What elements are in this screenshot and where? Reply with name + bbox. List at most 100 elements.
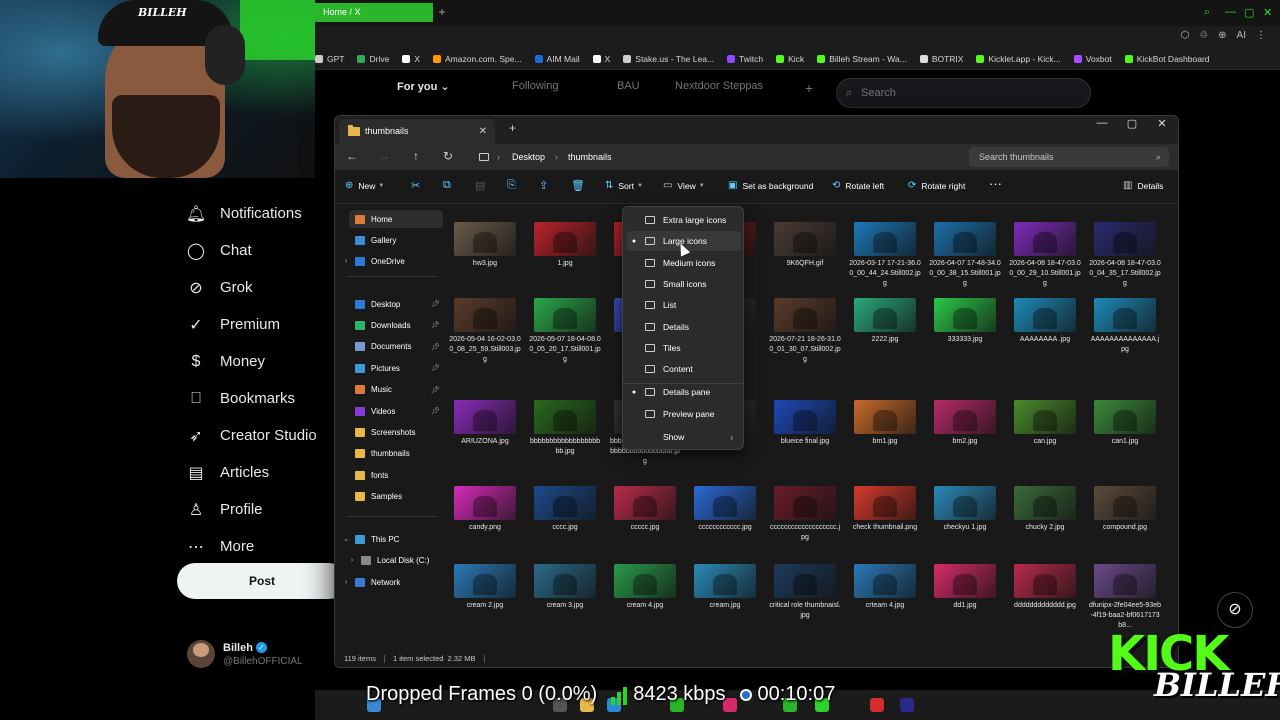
file-item[interactable]: bbbbbbbbbbbbbbbbbbbb.jpg — [529, 400, 601, 457]
file-item[interactable]: AAAAAAAA .jpg — [1009, 298, 1081, 345]
close-icon[interactable]: ✕ — [1147, 117, 1177, 131]
file-item[interactable]: can1.jpg — [1089, 400, 1161, 447]
file-item[interactable]: 9K6QFH.gif — [769, 222, 841, 269]
sidebar-item-music[interactable]: Music — [355, 381, 392, 399]
browser-tab-active[interactable]: Home / X — [315, 3, 433, 22]
file-item[interactable]: ARIUZONA.jpg — [449, 400, 521, 447]
file-item[interactable]: ccccccccccccccccccc.jpg — [769, 486, 841, 543]
file-item[interactable]: cream 3.jpg — [529, 564, 601, 611]
file-item[interactable]: check thumbnail.png — [849, 486, 921, 533]
breadcrumb[interactable]: › Desktop › thumbnails — [473, 147, 961, 167]
bookmark-item[interactable]: Drive — [357, 54, 389, 64]
bookmark-item[interactable]: AIM Mail — [534, 54, 580, 64]
view-option-tiles[interactable]: Tiles — [627, 338, 741, 358]
premiere-icon[interactable] — [900, 698, 914, 712]
file-item[interactable]: cccccccccccc.jpg — [689, 486, 761, 533]
set-as-background-button[interactable]: ▣ Set as background — [728, 180, 813, 191]
view-option-content[interactable]: Content — [627, 359, 741, 379]
refresh-icon[interactable]: ↻ — [439, 149, 457, 163]
file-item[interactable]: blueice final.jpg — [769, 400, 841, 447]
ai-icon[interactable]: AI — [1237, 30, 1246, 41]
tab-following[interactable]: Following — [512, 80, 617, 96]
nav-item-premium[interactable]: ✓ Premium — [186, 306, 317, 343]
sidebar-item-local-disk[interactable]: › Local Disk (C:) — [347, 551, 429, 569]
nav-item-money[interactable]: $ Money — [186, 343, 317, 380]
chevron-right-icon[interactable]: › — [347, 557, 357, 564]
chevron-right-icon[interactable]: › — [341, 579, 351, 586]
file-item[interactable]: ccccc.jpg — [609, 486, 681, 533]
close-icon[interactable]: ✕ — [1263, 6, 1272, 19]
grok-floating-icon[interactable]: ⊘ — [1217, 592, 1253, 628]
file-item[interactable]: critical role thumbnaisl.jpg — [769, 564, 841, 621]
view-option-extra-large-icons[interactable]: Extra large icons — [627, 210, 741, 230]
view-option-details[interactable]: Details — [627, 317, 741, 337]
sidebar-item-gallery[interactable]: Gallery — [355, 231, 396, 249]
copy-icon[interactable]: ⧉ — [443, 179, 451, 192]
extension-icon[interactable]: ⊕ — [1218, 30, 1226, 41]
x-search-input[interactable]: ⌕ Search — [836, 78, 1091, 108]
file-item[interactable]: 1.jpg — [529, 222, 601, 269]
sidebar-item-network[interactable]: › Network — [341, 573, 400, 591]
nav-item-articles[interactable]: ▤ Articles — [186, 454, 317, 491]
new-button[interactable]: ⊕ New ▼ — [345, 180, 384, 191]
file-item[interactable]: cream 4.jpg — [609, 564, 681, 611]
bookmark-item[interactable]: X — [592, 54, 610, 64]
sidebar-item-thumbnails[interactable]: thumbnails — [355, 445, 410, 463]
sidebar-item-this-pc[interactable]: ⌄ This PC — [341, 530, 399, 548]
nav-item-profile[interactable]: ♙ Profile — [186, 491, 317, 528]
view-button[interactable]: ▭ View ▼ — [663, 180, 705, 191]
breadcrumb-thumbnails[interactable]: thumbnails — [568, 147, 612, 167]
forward-arrow-icon[interactable]: → — [375, 149, 393, 163]
file-item[interactable]: 2026-05-04 16-02-03.00_08_25_59.Still003… — [449, 298, 521, 365]
file-item[interactable]: 2026-04-08 18-47-03.00_04_35_17.Still002… — [1089, 222, 1161, 289]
bookmark-item[interactable]: Kick — [776, 54, 804, 64]
nav-item-creator-studio[interactable]: ➶ Creator Studio — [186, 417, 316, 454]
maximize-icon[interactable]: ▢ — [1244, 6, 1254, 19]
share-icon[interactable]: ⇪ — [539, 179, 548, 192]
bookmark-item[interactable]: KickBot Dashboard — [1124, 54, 1210, 64]
extension-icon[interactable]: ♲ — [1199, 30, 1208, 41]
sidebar-item-downloads[interactable]: Downloads — [355, 316, 411, 334]
file-item[interactable]: dd1.jpg — [929, 564, 1001, 611]
sidebar-item-desktop[interactable]: Desktop — [355, 295, 400, 313]
explorer-tab[interactable]: thumbnails ✕ — [339, 119, 495, 144]
sidebar-item-documents[interactable]: Documents — [355, 338, 411, 356]
file-item[interactable]: bm2.jpg — [929, 400, 1001, 447]
bookmark-item[interactable]: Stake.us - The Lea... — [623, 54, 714, 64]
sidebar-item-home[interactable]: Home — [349, 210, 443, 228]
view-option-show[interactable]: Show › — [627, 427, 741, 447]
sidebar-item-videos[interactable]: Videos — [355, 402, 395, 420]
bookmark-item[interactable]: Billeh Stream - Wa... — [817, 54, 907, 64]
bookmark-item[interactable]: Voxbot — [1073, 54, 1112, 64]
file-item[interactable]: can.jpg — [1009, 400, 1081, 447]
minimize-icon[interactable]: — — [1225, 6, 1236, 18]
new-tab-icon[interactable]: + — [509, 121, 516, 135]
breadcrumb-desktop[interactable]: Desktop — [512, 147, 545, 167]
file-item[interactable]: cccc.jpg — [529, 486, 601, 533]
pane-option-preview-pane[interactable]: Preview pane — [627, 404, 741, 424]
rotate-left-button[interactable]: ⟲ Rotate left — [832, 180, 884, 191]
file-item[interactable]: chucky 2.jpg — [1009, 486, 1081, 533]
file-item[interactable]: dfunipx-2fe04ee5-93eb-4f19-baa2-bf061717… — [1089, 564, 1161, 631]
view-option-small-icons[interactable]: Small icons — [627, 274, 741, 294]
back-arrow-icon[interactable]: ← — [343, 149, 361, 163]
post-button[interactable]: Post — [177, 563, 347, 599]
sidebar-item-onedrive[interactable]: › OneDrive — [341, 252, 405, 270]
tab-for-you[interactable]: For you ⌄ — [397, 80, 512, 96]
explorer-search-input[interactable]: Search thumbnails ⌕ — [969, 147, 1169, 167]
rotate-right-button[interactable]: ⟳ Rotate right — [908, 180, 965, 191]
taskbar-app-icon[interactable] — [870, 698, 884, 712]
bookmark-item[interactable]: Twitch — [727, 54, 763, 64]
rename-icon[interactable]: ⎘ — [507, 179, 516, 192]
file-item[interactable]: cream 2.jpg — [449, 564, 521, 611]
file-item[interactable]: compound.jpg — [1089, 486, 1161, 533]
nav-item-notifications[interactable]: 🔔︎ Notifications — [186, 195, 317, 232]
close-tab-icon[interactable]: ✕ — [479, 119, 487, 144]
file-item[interactable]: 2026-04-07 17-48-34.00_00_38_15.Still001… — [929, 222, 1001, 289]
bookmark-item[interactable]: GPT — [315, 54, 344, 64]
file-item[interactable]: 2026-04-08 18-47-03.00_00_29_10.Still001… — [1009, 222, 1081, 289]
more-options-icon[interactable]: ··· — [989, 176, 1002, 191]
extension-icon[interactable]: ⬡ — [1180, 30, 1189, 41]
bookmark-item[interactable]: Kicklet.app - Kick... — [976, 54, 1061, 64]
cut-icon[interactable]: ✂ — [411, 179, 420, 192]
